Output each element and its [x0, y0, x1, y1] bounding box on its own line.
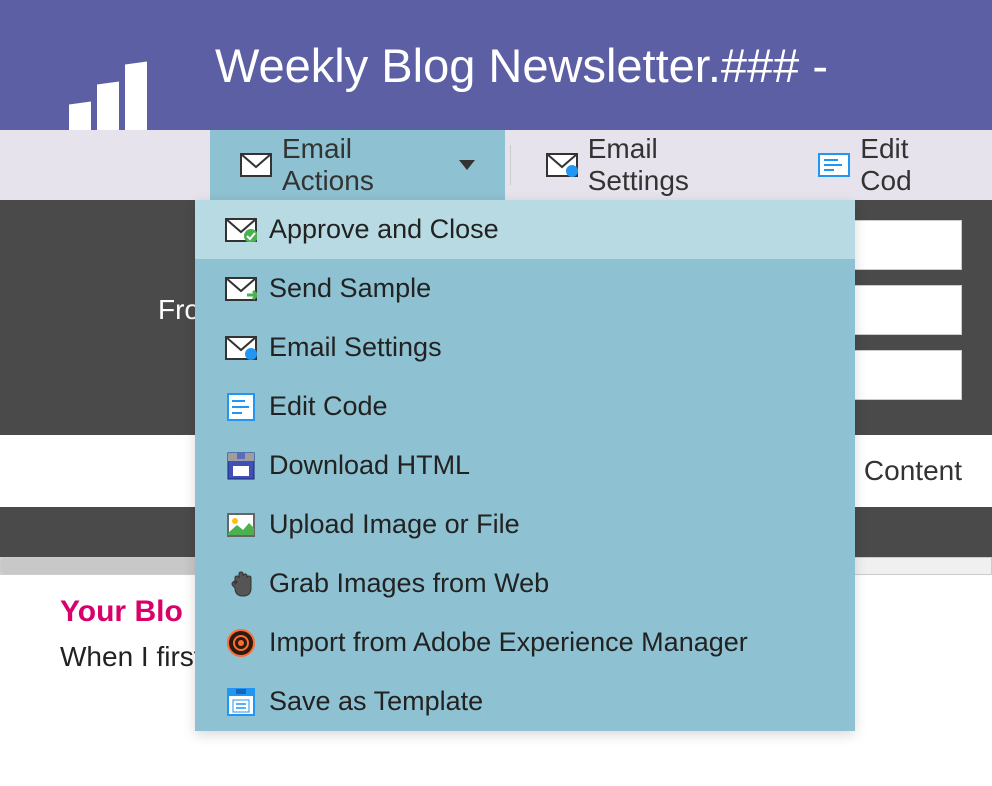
chevron-down-icon — [459, 160, 475, 170]
approve-icon — [225, 216, 257, 244]
download-icon — [225, 452, 257, 480]
save-icon — [225, 688, 257, 716]
menu-upload-image[interactable]: Upload Image or File — [195, 495, 855, 554]
code-icon — [818, 153, 850, 177]
edit-code-label: Edit Cod — [860, 133, 962, 197]
email-actions-label: Email Actions — [282, 133, 441, 197]
image-icon — [225, 511, 257, 539]
menu-grab-images[interactable]: Grab Images from Web — [195, 554, 855, 613]
send-icon — [225, 275, 257, 303]
toolbar-divider — [510, 145, 511, 185]
hand-icon — [225, 570, 257, 598]
header-bar: Weekly Blog Newsletter.### - — [0, 0, 992, 130]
edit-code-button[interactable]: Edit Cod — [788, 130, 992, 200]
from-label: Fro — [120, 294, 200, 326]
menu-send-sample[interactable]: Send Sample — [195, 259, 855, 318]
menu-label: Download HTML — [269, 450, 470, 481]
envelope-gear-icon — [225, 334, 257, 362]
email-settings-button[interactable]: Email Settings — [516, 130, 789, 200]
toolbar: Email Actions Email Settings Edit Cod — [0, 130, 992, 200]
menu-label: Approve and Close — [269, 214, 499, 245]
envelope-gear-icon — [546, 153, 578, 177]
page-title: Weekly Blog Newsletter.### - — [215, 38, 828, 93]
menu-label: Import from Adobe Experience Manager — [269, 627, 748, 658]
email-settings-label: Email Settings — [588, 133, 759, 197]
code-icon — [225, 393, 257, 421]
envelope-icon — [240, 153, 272, 177]
menu-email-settings[interactable]: Email Settings — [195, 318, 855, 377]
menu-label: Save as Template — [269, 686, 483, 717]
menu-label: Edit Code — [269, 391, 388, 422]
menu-save-template[interactable]: Save as Template — [195, 672, 855, 731]
menu-label: Upload Image or File — [269, 509, 520, 540]
menu-import-adobe[interactable]: Import from Adobe Experience Manager — [195, 613, 855, 672]
adobe-icon — [225, 629, 257, 657]
menu-label: Send Sample — [269, 273, 431, 304]
menu-label: Email Settings — [269, 332, 442, 363]
menu-approve-close[interactable]: Approve and Close — [195, 200, 855, 259]
email-actions-button[interactable]: Email Actions — [210, 130, 505, 200]
menu-label: Grab Images from Web — [269, 568, 549, 599]
email-actions-dropdown: Approve and Close Send Sample Email Sett… — [195, 200, 855, 731]
menu-download-html[interactable]: Download HTML — [195, 436, 855, 495]
menu-edit-code[interactable]: Edit Code — [195, 377, 855, 436]
